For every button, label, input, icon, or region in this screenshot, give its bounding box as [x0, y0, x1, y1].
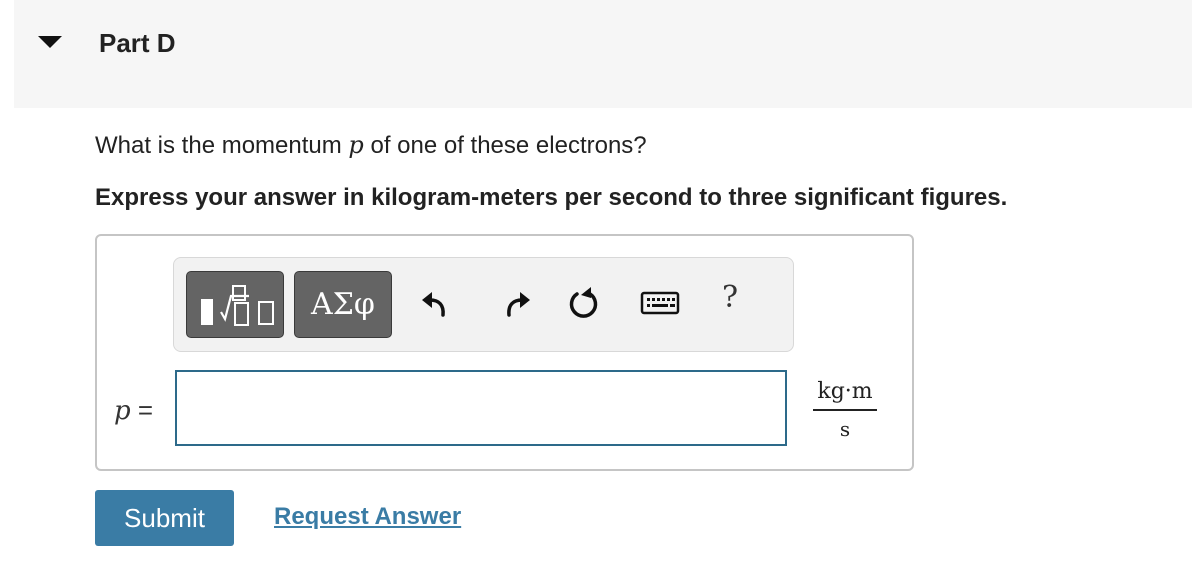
keyboard-icon[interactable]	[639, 283, 681, 323]
help-icon[interactable]: ?	[722, 280, 738, 315]
undo-icon[interactable]	[417, 283, 457, 323]
redo-icon[interactable]	[495, 283, 535, 323]
submit-button[interactable]: Submit	[95, 490, 234, 546]
unit-denominator: s	[839, 417, 851, 441]
templates-icon	[201, 285, 274, 326]
request-answer-link[interactable]: Request Answer	[274, 503, 461, 531]
unit-fraction: kg·m s	[813, 378, 877, 441]
unit-numerator: kg·m	[817, 379, 873, 404]
collapse-caret-icon[interactable]	[38, 36, 62, 48]
greek-letters-label: ΑΣφ	[311, 287, 375, 322]
answer-variable-label: p =	[114, 395, 153, 426]
math-toolbar: ΑΣφ ?	[173, 257, 794, 352]
question-text: What is the momentum p of one of these e…	[95, 131, 647, 160]
answer-instruction: Express your answer in kilogram-meters p…	[95, 184, 1008, 211]
answer-variable: p	[114, 396, 131, 426]
reset-icon[interactable]	[564, 283, 604, 323]
answer-equals: =	[130, 395, 154, 425]
question-suffix: of one of these electrons?	[363, 132, 647, 159]
question-prefix: What is the momentum	[95, 132, 349, 159]
answer-input[interactable]	[175, 370, 787, 446]
part-title: Part D	[99, 28, 176, 58]
part-header	[14, 0, 1192, 108]
fraction-bar	[813, 409, 877, 411]
question-variable: p	[348, 131, 364, 159]
templates-button[interactable]	[186, 271, 284, 338]
greek-letters-button[interactable]: ΑΣφ	[294, 271, 392, 338]
